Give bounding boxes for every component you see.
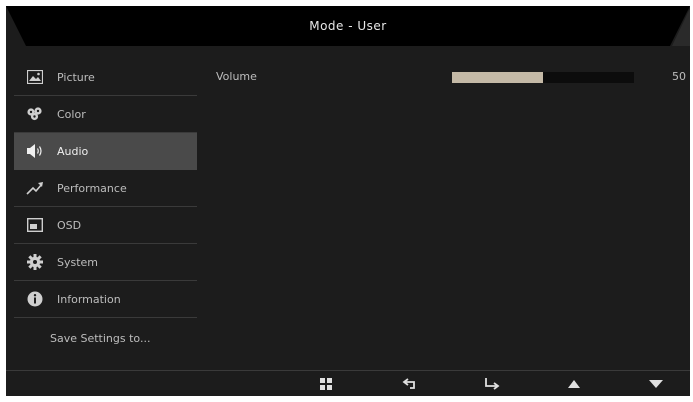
sidebar-item-audio[interactable]: Audio — [14, 133, 197, 170]
save-settings-item[interactable]: Save Settings to... — [14, 318, 197, 358]
sidebar-item-information[interactable]: Information — [14, 281, 197, 318]
sidebar-item-label: Performance — [57, 181, 127, 195]
volume-slider[interactable] — [452, 72, 634, 83]
down-triangle-icon[interactable] — [648, 377, 664, 391]
osd-panel: Mode - User Picture Color Audio Performa… — [6, 6, 690, 396]
volume-value: 50 — [672, 70, 686, 83]
osd-header: Mode - User — [6, 6, 690, 46]
back-arrow-icon[interactable] — [402, 377, 418, 391]
volume-row: Volume 50 — [216, 59, 686, 95]
sidebar-item-label: OSD — [57, 218, 82, 232]
sidebar-item-picture[interactable]: Picture — [14, 59, 197, 96]
volume-label: Volume — [216, 70, 257, 83]
menu-grid-icon[interactable] — [318, 377, 334, 391]
sidebar-item-performance[interactable]: Performance — [14, 170, 197, 207]
settings-content: Volume 50 — [216, 59, 686, 95]
osd-icon — [25, 215, 45, 235]
sidebar-item-label: System — [57, 255, 99, 269]
info-icon — [25, 289, 45, 309]
performance-arrow-icon — [25, 178, 45, 198]
mode-title: Mode - User — [309, 19, 387, 33]
sidebar-item-label: Color — [57, 107, 86, 121]
up-triangle-icon[interactable] — [566, 377, 582, 391]
palette-icon — [25, 104, 45, 124]
volume-slider-fill — [452, 72, 543, 83]
speaker-icon — [25, 141, 45, 161]
sidebar-item-color[interactable]: Color — [14, 96, 197, 133]
sidebar-item-label: Information — [57, 292, 121, 306]
gear-icon — [25, 252, 45, 272]
sidebar-item-label: Audio — [57, 144, 89, 158]
sidebar-item-system[interactable]: System — [14, 244, 197, 281]
picture-icon — [25, 67, 45, 87]
sidebar-item-label: Picture — [57, 70, 95, 84]
footer-buttons — [6, 370, 690, 396]
enter-arrow-icon[interactable] — [484, 377, 500, 391]
sidebar-item-osd[interactable]: OSD — [14, 207, 197, 244]
sidebar-menu: Picture Color Audio Performance OSD Syst… — [14, 59, 197, 358]
